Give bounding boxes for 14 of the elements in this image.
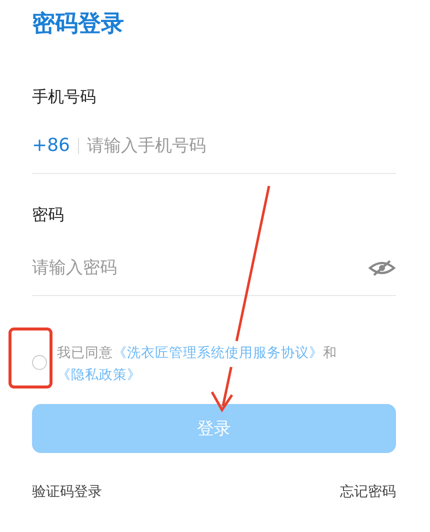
country-code[interactable]: +86 [32, 135, 70, 156]
code-login-link[interactable]: 验证码登录 [32, 483, 102, 501]
terms-link[interactable]: 《洗衣匠管理系统使用服务协议》 [113, 345, 323, 361]
agreement-text: 我已同意《洗衣匠管理系统使用服务协议》和 《隐私政策》 [57, 344, 338, 385]
privacy-link[interactable]: 《隐私政策》 [57, 367, 141, 383]
phone-input[interactable]: 请输入手机号码 [87, 136, 396, 156]
password-input[interactable]: 请输入密码 [32, 258, 368, 278]
phone-label: 手机号码 [32, 86, 97, 108]
forgot-password-link[interactable]: 忘记密码 [340, 483, 396, 501]
password-label: 密码 [32, 204, 65, 226]
eye-off-icon[interactable] [368, 260, 396, 276]
agree-checkbox[interactable] [32, 355, 47, 370]
page-title: 密码登录 [32, 10, 125, 39]
highlight-rectangle [8, 328, 52, 388]
